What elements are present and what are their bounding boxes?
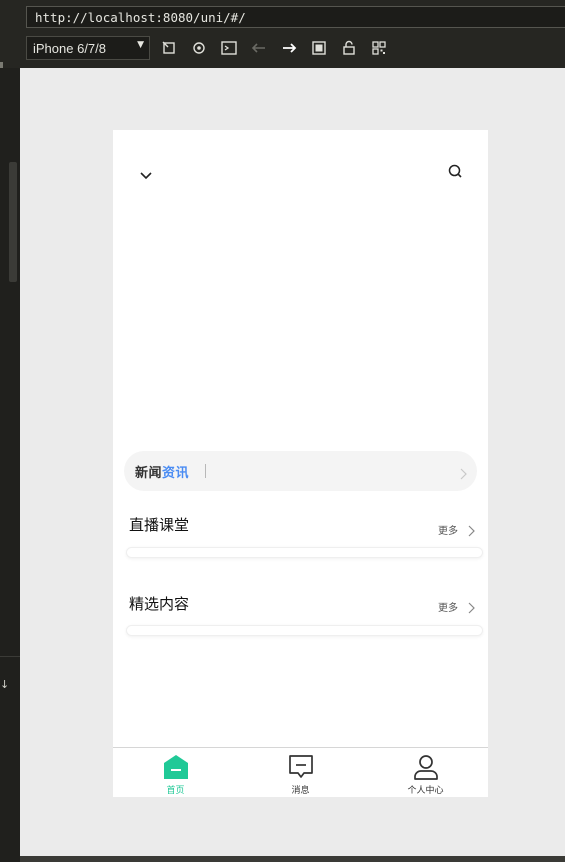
user-icon <box>413 754 439 780</box>
ide-toolbar: http://localhost:8080/uni/#/ iPhone 6/7/… <box>0 0 565 68</box>
tab-profile-label: 个人中心 <box>407 786 444 796</box>
console-icon[interactable] <box>220 39 238 57</box>
more-link-featured[interactable]: 更多 <box>438 599 458 614</box>
news-title-part1: 新闻 <box>135 466 163 481</box>
settings-icon[interactable] <box>190 39 208 57</box>
chevron-right-icon[interactable] <box>460 465 467 480</box>
message-icon <box>288 754 314 780</box>
down-arrow-icon[interactable]: ↓ <box>0 678 9 691</box>
device-select-label: iPhone 6/7/8 <box>33 41 107 56</box>
tab-messages-label: 消息 <box>291 786 310 796</box>
home-icon <box>163 754 189 780</box>
lock-icon[interactable] <box>340 39 358 57</box>
chevron-down-icon[interactable] <box>139 166 153 180</box>
news-title-part2: 资讯 <box>162 466 190 481</box>
gutter-divider <box>0 656 20 657</box>
caret-down-icon: ▼ <box>137 40 144 50</box>
tab-home[interactable]: 首页 <box>113 748 238 797</box>
forward-arrow-icon[interactable] <box>280 39 298 57</box>
tab-home-label: 首页 <box>166 786 185 796</box>
news-title: 新闻资讯 <box>135 462 189 481</box>
rotate-icon[interactable] <box>160 39 178 57</box>
news-divider <box>205 464 206 478</box>
screenshot-icon[interactable] <box>310 39 328 57</box>
tab-bar: 首页 消息 个人中心 <box>113 747 488 797</box>
tab-messages[interactable]: 消息 <box>238 748 363 797</box>
featured-list-card <box>126 625 483 636</box>
gutter-marker <box>0 62 3 68</box>
url-bar[interactable]: http://localhost:8080/uni/#/ <box>26 6 565 28</box>
back-arrow-icon[interactable] <box>250 39 268 57</box>
device-select[interactable]: iPhone 6/7/8 ▼ <box>26 36 150 60</box>
chevron-right-icon[interactable] <box>468 522 475 537</box>
section-title-live: 直播课堂 <box>129 516 190 534</box>
left-gutter <box>0 68 20 862</box>
search-icon[interactable] <box>447 163 463 179</box>
url-text: http://localhost:8080/uni/#/ <box>35 10 246 25</box>
section-title-featured: 精选内容 <box>129 595 190 613</box>
qrcode-icon[interactable] <box>370 39 388 57</box>
live-list-card <box>126 547 483 558</box>
phone-screen: 新闻资讯 直播课堂 更多 精选内容 更多 首页 消息 个人中心 <box>113 130 488 797</box>
gutter-scrollbar[interactable] <box>9 162 17 282</box>
preview-scrollbar[interactable] <box>20 856 565 862</box>
tab-profile[interactable]: 个人中心 <box>363 748 488 797</box>
chevron-right-icon[interactable] <box>468 599 475 614</box>
news-ticker[interactable]: 新闻资讯 <box>124 451 477 491</box>
more-link-live[interactable]: 更多 <box>438 522 458 537</box>
